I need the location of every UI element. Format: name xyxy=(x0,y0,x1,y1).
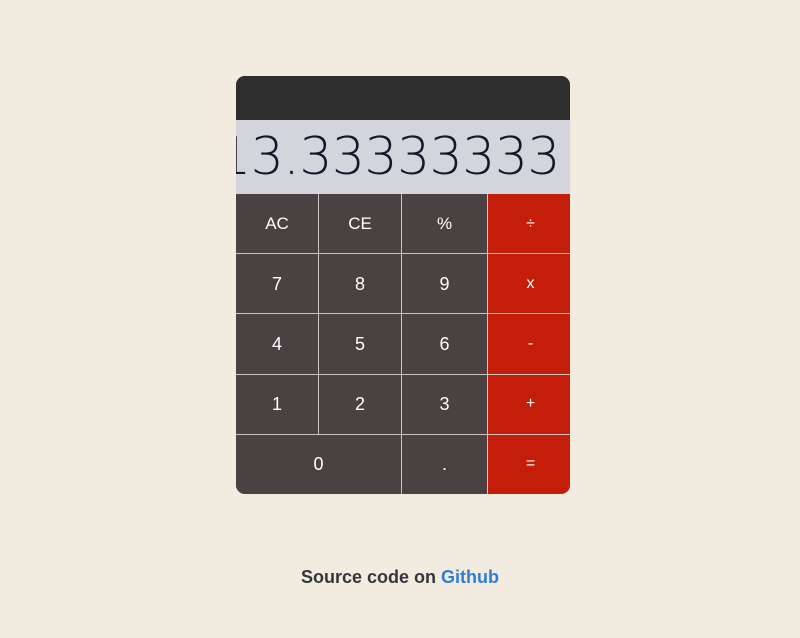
key-digit-5[interactable]: 5 xyxy=(319,314,401,374)
key-add[interactable]: + xyxy=(488,374,570,434)
key-digit-3[interactable]: 3 xyxy=(402,374,487,434)
key-subtract[interactable]: - xyxy=(488,314,570,374)
calculator-display: 13.33333333 xyxy=(236,120,570,194)
key-divide[interactable]: ÷ xyxy=(488,194,570,254)
key-equals[interactable]: = xyxy=(488,434,570,494)
key-digit-1[interactable]: 1 xyxy=(236,374,318,434)
key-digit-9[interactable]: 9 xyxy=(402,254,487,314)
key-digit-4[interactable]: 4 xyxy=(236,314,318,374)
github-link[interactable]: Github xyxy=(441,567,499,587)
key-digit-0[interactable]: 0 xyxy=(236,434,401,494)
key-digit-2[interactable]: 2 xyxy=(319,374,401,434)
key-digit-6[interactable]: 6 xyxy=(402,314,487,374)
display-value: 13.33333333 xyxy=(236,127,560,187)
key-multiply[interactable]: x xyxy=(488,254,570,314)
key-percent[interactable]: % xyxy=(402,194,487,254)
footer-text: Source code on xyxy=(300,567,437,587)
key-all-clear[interactable]: AC xyxy=(236,194,318,254)
calculator: 13.33333333 AC CE% ÷ 7 8 9 x 4 5 6- 1 2 3 +0. = xyxy=(236,76,570,494)
key-decimal[interactable]: . xyxy=(402,434,487,494)
footer: Source code on Github xyxy=(0,567,800,588)
calculator-topbar xyxy=(236,76,570,120)
key-digit-8[interactable]: 8 xyxy=(319,254,401,314)
calculator-keypad: AC CE% ÷ 7 8 9 x 4 5 6- 1 2 3 +0. = xyxy=(236,194,570,494)
key-clear-entry[interactable]: CE xyxy=(319,194,401,254)
key-digit-7[interactable]: 7 xyxy=(236,254,318,314)
